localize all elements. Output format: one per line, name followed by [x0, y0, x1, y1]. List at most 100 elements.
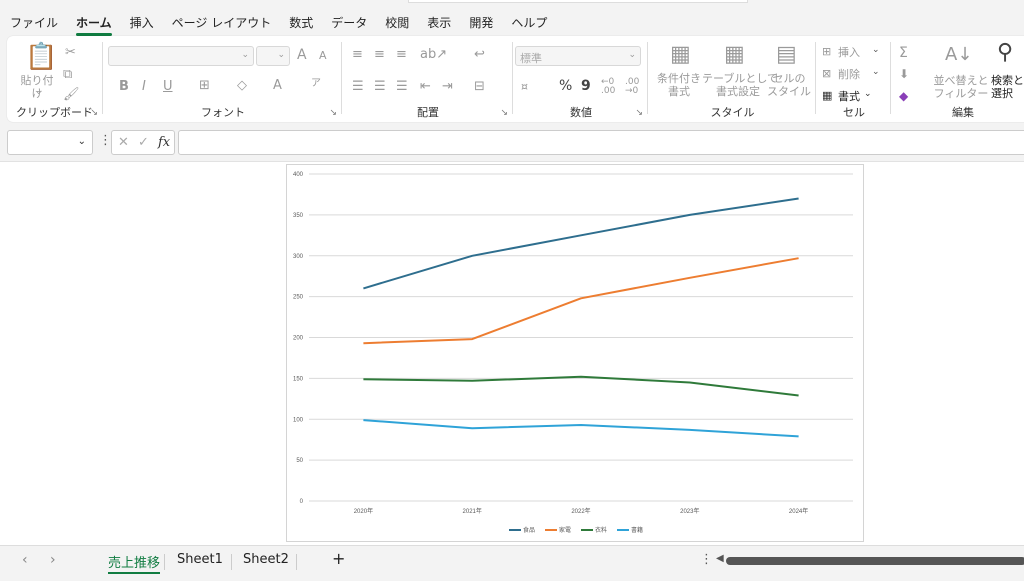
align-top-icon[interactable]: ≡	[352, 48, 363, 61]
align-middle-icon[interactable]: ≡	[374, 48, 385, 61]
chevron-down-icon: ⌄	[864, 89, 872, 99]
cut-icon[interactable]: ✂	[65, 46, 76, 59]
wrap-text-icon[interactable]: ↩	[474, 48, 485, 61]
fill-color-icon[interactable]: ◇	[237, 79, 247, 92]
find-select-button[interactable]: 検索と 選択	[991, 74, 1024, 100]
increase-indent-icon[interactable]: ⇥	[442, 80, 453, 93]
align-right-icon[interactable]: ☰	[396, 80, 408, 93]
legend-label: 家電	[559, 526, 571, 534]
number-launcher-icon[interactable]: ↘	[635, 108, 643, 118]
number-label: 数値	[570, 106, 592, 119]
sort-filter-icon[interactable]: A↓	[945, 46, 972, 64]
insert-cells-button[interactable]: 挿入	[838, 46, 860, 59]
currency-icon[interactable]: ¤	[521, 81, 528, 92]
format-cells-button[interactable]: 書式	[838, 90, 860, 103]
tab-data[interactable]: データ	[331, 14, 367, 31]
insert-function-button[interactable]: fx	[158, 135, 170, 150]
chart-svg: 0 50 100 150 200 250 300 350 400 2020年 2021年 2022年 2…	[293, 172, 853, 534]
sort-filter-button[interactable]: 並べ替えと フィルター	[933, 74, 989, 100]
font-size-combo[interactable]: ⌄	[256, 46, 290, 66]
grow-font-button[interactable]: A	[297, 48, 307, 62]
paste-icon[interactable]: 📋	[25, 44, 57, 70]
tab-review[interactable]: 校閲	[385, 14, 409, 31]
delete-cells-button[interactable]: 削除	[838, 68, 860, 81]
align-left-icon[interactable]: ☰	[352, 80, 364, 93]
legend-label: 書籍	[631, 526, 643, 534]
fill-icon[interactable]: ⬇	[899, 68, 909, 80]
font-color-icon[interactable]: A	[273, 79, 282, 92]
search-icon[interactable]: ⚲	[997, 42, 1013, 64]
horizontal-scrollbar[interactable]	[726, 557, 1024, 565]
search-box[interactable]	[408, 0, 748, 3]
percent-button[interactable]: %	[559, 79, 572, 93]
tab-view[interactable]: 表示	[427, 14, 451, 31]
tab-help[interactable]: ヘルプ	[511, 14, 547, 31]
formula-controls: ✕ ✓ fx	[111, 130, 175, 155]
shrink-font-button[interactable]: A	[319, 50, 327, 61]
phonetic-icon[interactable]: ア	[311, 79, 321, 89]
prev-sheet-icon[interactable]: ‹	[22, 552, 28, 568]
decrease-decimal-icon[interactable]: .00 →0	[625, 78, 639, 96]
tab-developer[interactable]: 開発	[469, 14, 493, 31]
cell-styles-button[interactable]: セルの スタイル	[764, 72, 814, 98]
tab-file[interactable]: ファイル	[10, 14, 58, 31]
tab-formulas[interactable]: 数式	[289, 14, 313, 31]
y-tick-label: 100	[293, 417, 304, 423]
divider	[231, 554, 232, 570]
sheet-tab-bar: ‹ › 売上推移 Sheet1 Sheet2 + ⋮ ◀	[0, 545, 1024, 575]
insert-cells-icon[interactable]: ⊞	[822, 46, 831, 57]
x-tick-label: 2023年	[680, 507, 699, 515]
delete-cells-icon[interactable]: ⊠	[822, 68, 831, 79]
number-format-value: 標準	[520, 52, 542, 65]
underline-button[interactable]: U	[163, 80, 173, 93]
enter-icon[interactable]: ✓	[138, 135, 149, 150]
sheet-tab-sales[interactable]: 売上推移	[108, 552, 161, 574]
divider	[296, 554, 297, 570]
tab-page-layout[interactable]: ページ レイアウト	[172, 14, 272, 31]
divider	[890, 42, 891, 114]
italic-button[interactable]: I	[142, 80, 146, 93]
more-options-icon[interactable]: ⋮	[700, 552, 713, 567]
add-sheet-button[interactable]: +	[332, 549, 345, 568]
align-bottom-icon[interactable]: ≡	[396, 48, 407, 61]
comma-button[interactable]: 9	[581, 79, 591, 93]
copy-icon[interactable]: ⧉	[63, 68, 72, 81]
conditional-format-button[interactable]: 条件付き 書式	[650, 72, 708, 98]
line-chart[interactable]: 0 50 100 150 200 250 300 350 400 2020年 2021年 2022年 2…	[286, 164, 864, 542]
clipboard-launcher-icon[interactable]: ↘	[90, 108, 98, 118]
sheet-tab-sheet2[interactable]: Sheet2	[243, 552, 289, 567]
formula-input[interactable]	[178, 130, 1024, 155]
decrease-indent-icon[interactable]: ⇤	[420, 80, 431, 93]
clipboard-label: クリップボード	[16, 106, 93, 119]
scroll-left-icon[interactable]: ◀	[716, 553, 724, 564]
cancel-icon[interactable]: ✕	[118, 135, 129, 150]
sheet-tab-sheet1[interactable]: Sheet1	[177, 552, 223, 567]
conditional-format-icon[interactable]: ▦	[670, 44, 691, 66]
bold-button[interactable]: B	[119, 80, 129, 93]
increase-decimal-icon[interactable]: ←0.00	[601, 78, 615, 96]
align-center-icon[interactable]: ☰	[374, 80, 386, 93]
clear-icon[interactable]: ◆	[899, 90, 908, 102]
number-format-combo[interactable]: 標準 ⌄	[515, 46, 641, 66]
font-name-combo[interactable]: ⌄	[108, 46, 254, 66]
name-box[interactable]: ⌄	[7, 130, 93, 155]
x-tick-label: 2024年	[789, 507, 808, 515]
ribbon: 📋 貼り付け ⌄ ✂ ⧉ 🖌 クリップボード ↘ ⌄ ⌄ A A B I U ⊞…	[7, 36, 1024, 122]
cells-label: セル	[843, 106, 865, 119]
tab-home[interactable]: ホーム	[76, 14, 112, 36]
autosum-icon[interactable]: Σ	[899, 46, 908, 60]
format-as-table-icon[interactable]: ▦	[724, 44, 745, 66]
format-cells-icon[interactable]: ▦	[822, 90, 832, 101]
merge-center-icon[interactable]: ⊟	[474, 80, 485, 93]
font-launcher-icon[interactable]: ↘	[329, 108, 337, 118]
next-sheet-icon[interactable]: ›	[50, 552, 56, 568]
orientation-icon[interactable]: ab↗	[420, 48, 447, 61]
alignment-launcher-icon[interactable]: ↘	[500, 108, 508, 118]
border-icon[interactable]: ⊞	[199, 79, 210, 92]
cell-styles-icon[interactable]: ▤	[776, 44, 797, 66]
number-group: 標準 ⌄ ¤ % 9 ←0.00 .00 →0 数値 ↘	[515, 40, 647, 120]
editing-group: Σ ⬇ ◆ A↓ 並べ替えと フィルター ⚲ 検索と 選択 編集	[893, 40, 1024, 120]
tab-insert[interactable]: 挿入	[130, 14, 154, 31]
format-painter-icon[interactable]: 🖌	[63, 88, 80, 101]
alignment-group: ≡ ≡ ≡ ab↗ ↩ ☰ ☰ ☰ ⇤ ⇥ ⊟ 配置 ↘	[344, 40, 512, 120]
